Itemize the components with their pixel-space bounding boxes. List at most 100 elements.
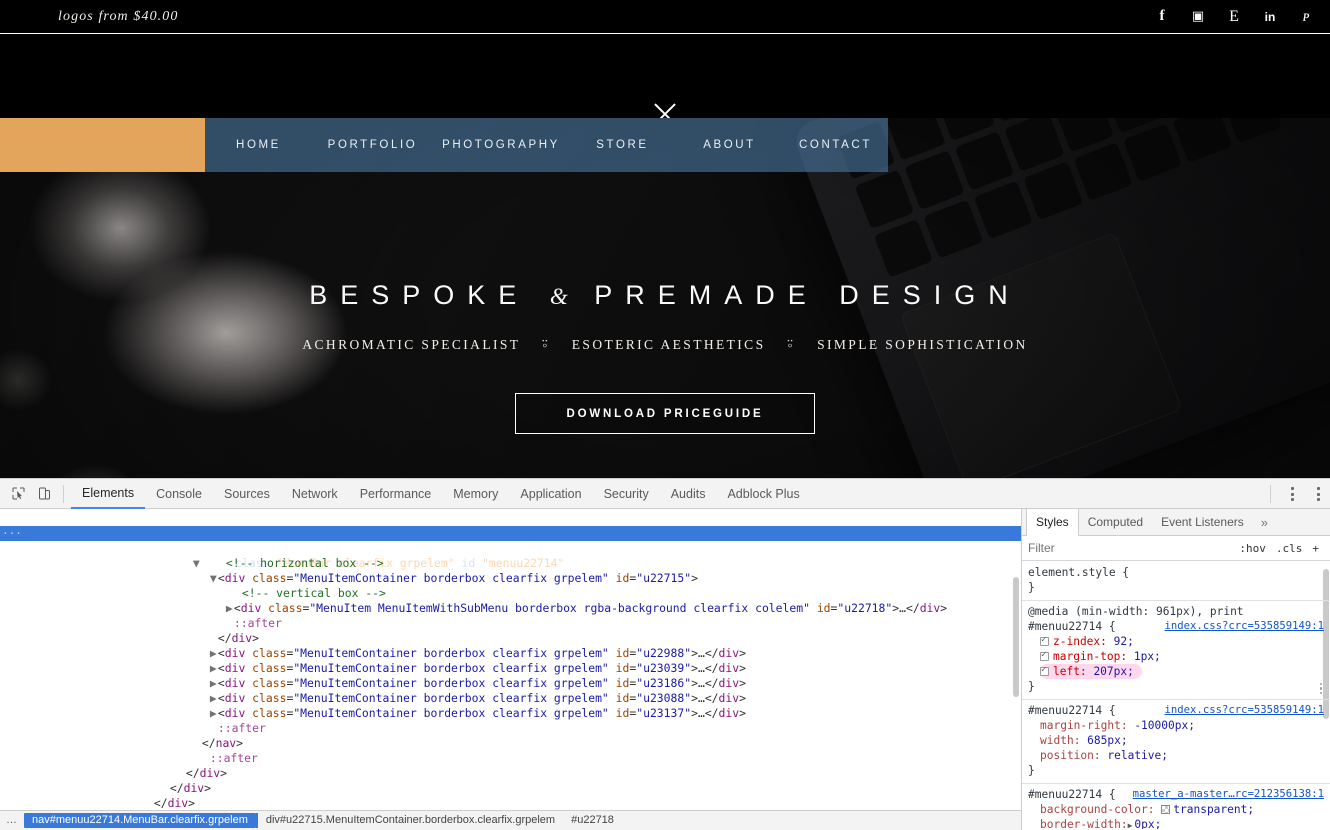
new-style-rule-button[interactable]: + (1307, 542, 1324, 555)
tab-security[interactable]: Security (593, 479, 660, 509)
nav-item-store[interactable]: STORE (569, 139, 676, 151)
style-declaration[interactable]: margin-top: 1px; (1028, 649, 1324, 664)
dom-line[interactable]: ▶<div class="MenuItemContainer borderbox… (0, 661, 1021, 690)
dom-line[interactable]: ▶<div class="MenuItemContainer borderbox… (0, 631, 1021, 660)
style-rule-master-css[interactable]: #menuu22714 { master_a-master…rc=2123561… (1022, 783, 1330, 829)
dom-line: ::after (0, 796, 1021, 825)
nav-item-contact[interactable]: CONTACT (783, 139, 888, 151)
declaration-toggle-checkbox[interactable] (1040, 635, 1049, 646)
style-declaration[interactable]: width: 685px; (1028, 733, 1324, 748)
dom-line: ::after (0, 706, 1021, 735)
inspect-element-icon[interactable] (5, 481, 31, 507)
declaration-value[interactable]: 685px; (1087, 734, 1127, 747)
element-classes-button[interactable]: .cls (1271, 542, 1308, 555)
declaration-toggle-checkbox[interactable] (1040, 650, 1049, 661)
tab-computed[interactable]: Computed (1079, 509, 1152, 536)
declaration-value[interactable]: 92; (1114, 635, 1134, 648)
expand-shorthand-icon[interactable]: ▶ (1128, 821, 1133, 829)
facebook-icon[interactable]: f (1154, 9, 1170, 25)
dom-line: <!-- horizontal box --> (0, 541, 1021, 570)
style-source-link[interactable]: index.css?crc=535859149:1 (1165, 703, 1324, 718)
styles-tablist: Styles Computed Event Listeners » (1022, 509, 1330, 536)
declaration-value[interactable]: 0px; (1134, 818, 1161, 829)
download-priceguide-button[interactable]: DOWNLOAD PRICEGUIDE (515, 393, 815, 434)
styles-filter-input[interactable]: Filter (1028, 541, 1234, 555)
breadcrumb-overflow-icon[interactable]: … (0, 813, 24, 828)
dom-line[interactable]: ▶<div class="MenuItemContainer borderbox… (0, 646, 1021, 675)
declaration-value[interactable]: 1px; (1134, 650, 1161, 663)
device-toolbar-icon[interactable] (31, 481, 57, 507)
tab-adblock-plus[interactable]: Adblock Plus (716, 479, 810, 509)
breadcrumb: … nav#menuu22714.MenuBar.clearfix.grpele… (0, 810, 1021, 830)
tab-performance[interactable]: Performance (349, 479, 443, 509)
dom-line: ::after (0, 736, 1021, 765)
more-options-icon[interactable] (1280, 482, 1304, 506)
close-devtools-icon[interactable] (1306, 482, 1330, 506)
tab-elements[interactable]: Elements (71, 479, 146, 509)
dom-line[interactable]: ▶<div class="MenuItemContainer borderbox… (0, 676, 1021, 705)
dom-selected-node[interactable]: ··· ▼<nav class="MenuBar clearfix grpele… (0, 526, 1021, 570)
declaration-toggle-checkbox[interactable] (1040, 665, 1049, 676)
declaration-value[interactable]: -10000px; (1134, 719, 1195, 732)
declaration-name: z-index (1053, 635, 1101, 648)
tab-audits[interactable]: Audits (660, 479, 717, 509)
style-rule-media[interactable]: @media (min-width: 961px), print #menuu2… (1022, 600, 1330, 697)
nav-item-about[interactable]: ABOUT (676, 139, 783, 151)
style-rule-index-css[interactable]: #menuu22714 { index.css?crc=535859149:1 … (1022, 699, 1330, 781)
tab-console[interactable]: Console (145, 479, 213, 509)
breadcrumb-item-container[interactable]: div#u22715.MenuItemContainer.borderbox.c… (255, 813, 563, 828)
force-state-button[interactable]: :hov (1234, 542, 1271, 555)
hero-subtitle-1: ACHROMATIC SPECIALIST (302, 337, 521, 352)
social-links: f ▣ E in ᴘ (1154, 0, 1314, 33)
style-declaration[interactable]: z-index: 92; (1028, 634, 1324, 649)
tab-event-listeners[interactable]: Event Listeners (1152, 509, 1253, 536)
hero-subtitle-2: ESOTERIC AESTHETICS (571, 337, 766, 352)
nav-item-portfolio[interactable]: PORTFOLIO (312, 139, 433, 151)
dom-line: </div> (217, 631, 260, 645)
hero-subtitle-separator-icon-2: ⍤ (785, 336, 798, 353)
instagram-icon[interactable]: ▣ (1190, 9, 1206, 25)
style-declaration[interactable]: margin-right: -10000px; (1028, 718, 1324, 733)
devtools-tablist: Elements Console Sources Network Perform… (71, 479, 811, 509)
style-declaration-modified[interactable]: left: 207px; (1040, 664, 1142, 679)
tab-styles[interactable]: Styles (1026, 509, 1079, 536)
dom-line[interactable]: ▶<div class="MenuItem MenuItemWithSubMen… (0, 586, 1021, 615)
declaration-value[interactable]: relative; (1107, 749, 1168, 762)
style-source-link[interactable]: index.css?crc=535859149:1 (1165, 619, 1324, 634)
tab-application[interactable]: Application (509, 479, 592, 509)
tab-memory[interactable]: Memory (442, 479, 509, 509)
breadcrumb-item-menuitem[interactable]: #u22718 (563, 813, 622, 828)
tab-sources[interactable]: Sources (213, 479, 281, 509)
dom-tree[interactable]: <!-- group --> ··· ▼<nav class="MenuBar … (0, 509, 1021, 830)
style-rule-close: } (1028, 581, 1035, 594)
declaration-value[interactable]: transparent; (1173, 803, 1254, 816)
style-rule-close: } (1028, 680, 1035, 693)
styles-more-tabs-icon[interactable]: » (1253, 515, 1276, 530)
style-declaration[interactable]: border-width:▶ 0px; (1028, 817, 1324, 829)
breadcrumb-item-nav[interactable]: nav#menuu22714.MenuBar.clearfix.grpelem (24, 813, 256, 828)
linkedin-icon[interactable]: in (1262, 9, 1278, 25)
style-source-link[interactable]: master_a-master…rc=212356138:1 (1133, 787, 1324, 802)
declaration-value[interactable]: 207px; (1093, 665, 1133, 678)
tab-network[interactable]: Network (281, 479, 349, 509)
style-media-query: @media (min-width: 961px), print (1028, 605, 1244, 618)
style-rule-menu-icon[interactable] (1319, 682, 1322, 694)
dom-line: <!-- group --> (0, 511, 1021, 540)
dom-line: </nav> (201, 736, 244, 750)
color-swatch-icon[interactable] (1161, 805, 1171, 814)
nav-item-home[interactable]: HOME (205, 139, 312, 151)
style-rule-element-style[interactable]: element.style { } (1022, 564, 1330, 598)
etsy-icon[interactable]: E (1226, 8, 1242, 25)
style-declaration[interactable]: position: relative; (1028, 748, 1324, 763)
style-declaration[interactable]: background-color: transparent; (1028, 802, 1324, 817)
dom-line[interactable]: ▼<div class="MenuItemContainer borderbox… (0, 556, 1021, 585)
style-rule-selector: #menuu22714 { (1028, 704, 1116, 717)
hero-title-ampersand: & (549, 284, 574, 309)
nav-item-photography[interactable]: PHOTOGRAPHY (433, 139, 569, 151)
promo-text: logos from $40.00 (58, 8, 179, 24)
dom-line[interactable]: ▶<div class="MenuItemContainer borderbox… (0, 691, 1021, 720)
pinterest-icon[interactable]: ᴘ (1298, 8, 1314, 25)
dom-line: ::after (0, 601, 1021, 630)
style-rule-selector: #menuu22714 { (1028, 620, 1116, 633)
devtools-toolbar: Elements Console Sources Network Perform… (0, 479, 1330, 509)
